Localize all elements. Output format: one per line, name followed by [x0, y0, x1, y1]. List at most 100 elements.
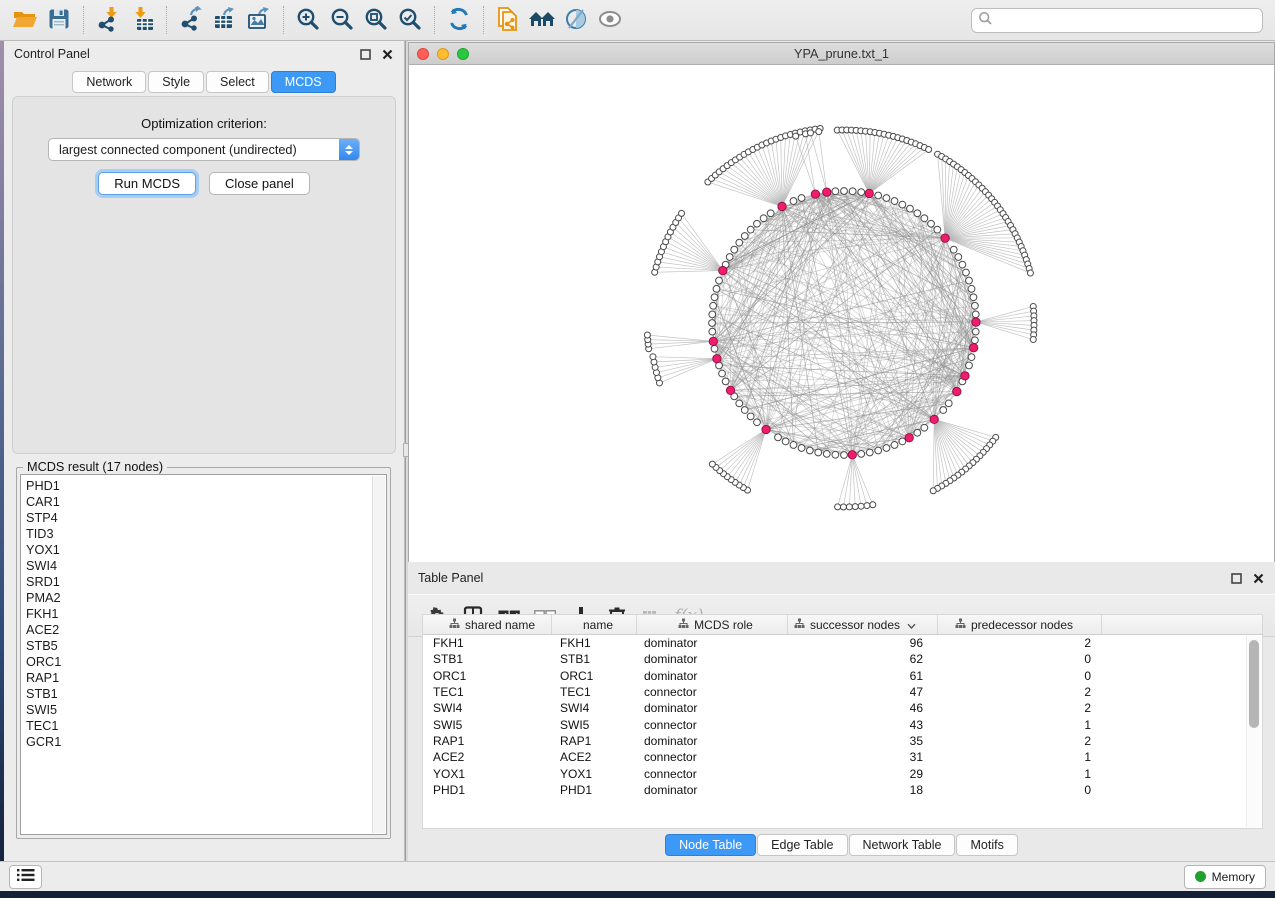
mcds-result-item[interactable]: STB5: [26, 638, 386, 654]
table-cell[interactable]: SWI4: [552, 701, 637, 715]
mcds-result-item[interactable]: PHD1: [26, 478, 386, 494]
import-table-button[interactable]: [125, 5, 159, 35]
table-cell[interactable]: dominator: [637, 636, 788, 650]
table-row[interactable]: RAP1RAP1dominator352: [423, 733, 1262, 749]
minimize-window-icon[interactable]: [437, 48, 449, 60]
share-document-button[interactable]: [491, 5, 525, 35]
table-row[interactable]: SWI5SWI5connector431: [423, 716, 1262, 732]
mcds-result-item[interactable]: TID3: [26, 526, 386, 542]
table-cell[interactable]: FKH1: [552, 636, 637, 650]
zoom-in-button[interactable]: [291, 5, 325, 35]
table-cell[interactable]: YOX1: [552, 767, 637, 781]
tab-node-table[interactable]: Node Table: [665, 834, 756, 856]
mcds-list-scrollbar[interactable]: [372, 476, 385, 833]
table-cell[interactable]: 46: [788, 701, 938, 715]
table-cell[interactable]: connector: [637, 767, 788, 781]
table-cell[interactable]: dominator: [637, 734, 788, 748]
tab-network[interactable]: Network: [72, 71, 146, 93]
refresh-view-button[interactable]: [442, 5, 476, 35]
table-cell[interactable]: 1: [938, 750, 1102, 764]
vizmapper-button[interactable]: [559, 5, 593, 35]
export-image-button[interactable]: [242, 5, 276, 35]
table-row[interactable]: STB1STB1dominator620: [423, 651, 1262, 667]
table-row[interactable]: YOX1YOX1connector291: [423, 765, 1262, 781]
mcds-result-item[interactable]: FKH1: [26, 606, 386, 622]
table-cell[interactable]: STB1: [552, 652, 637, 666]
table-row[interactable]: ACE2ACE2connector311: [423, 749, 1262, 765]
mcds-result-item[interactable]: STP4: [26, 510, 386, 526]
table-cell[interactable]: ORC1: [552, 669, 637, 683]
table-cell[interactable]: 2: [938, 734, 1102, 748]
close-panel-button[interactable]: Close panel: [209, 172, 310, 195]
column-header-predecessor-nodes[interactable]: predecessor nodes: [938, 615, 1102, 634]
table-cell[interactable]: 0: [938, 669, 1102, 683]
table-cell[interactable]: TEC1: [552, 685, 637, 699]
mcds-result-item[interactable]: GCR1: [26, 734, 386, 750]
network-graph[interactable]: [409, 65, 1274, 562]
table-cell[interactable]: ACE2: [423, 750, 552, 764]
table-cell[interactable]: dominator: [637, 652, 788, 666]
close-table-panel-icon[interactable]: [1252, 572, 1265, 585]
mcds-result-item[interactable]: RAP1: [26, 670, 386, 686]
column-header-name[interactable]: name: [552, 615, 637, 634]
table-cell[interactable]: ACE2: [552, 750, 637, 764]
table-cell[interactable]: dominator: [637, 669, 788, 683]
table-row[interactable]: TEC1TEC1connector472: [423, 684, 1262, 700]
zoom-out-button[interactable]: [325, 5, 359, 35]
table-cell[interactable]: 2: [938, 636, 1102, 650]
table-cell[interactable]: 62: [788, 652, 938, 666]
table-cell[interactable]: SWI5: [423, 718, 552, 732]
table-cell[interactable]: PHD1: [423, 783, 552, 797]
table-cell[interactable]: 35: [788, 734, 938, 748]
mcds-result-item[interactable]: ACE2: [26, 622, 386, 638]
tab-style[interactable]: Style: [148, 71, 204, 93]
table-cell[interactable]: 43: [788, 718, 938, 732]
zoom-fit-button[interactable]: [359, 5, 393, 35]
table-cell[interactable]: 96: [788, 636, 938, 650]
table-cell[interactable]: 2: [938, 685, 1102, 699]
save-session-button[interactable]: [42, 5, 76, 35]
search-input[interactable]: [993, 13, 1256, 27]
float-table-panel-icon[interactable]: [1230, 572, 1243, 585]
table-cell[interactable]: SWI5: [552, 718, 637, 732]
mcds-result-item[interactable]: STB1: [26, 686, 386, 702]
table-cell[interactable]: YOX1: [423, 767, 552, 781]
mcds-result-item[interactable]: PMA2: [26, 590, 386, 606]
table-row[interactable]: PHD1PHD1dominator180: [423, 782, 1262, 798]
mcds-result-item[interactable]: SWI4: [26, 558, 386, 574]
table-cell[interactable]: 31: [788, 750, 938, 764]
tab-select[interactable]: Select: [206, 71, 269, 93]
table-cell[interactable]: connector: [637, 718, 788, 732]
table-row[interactable]: FKH1FKH1dominator962: [423, 635, 1262, 651]
export-network-button[interactable]: [174, 5, 208, 35]
open-session-button[interactable]: [8, 5, 42, 35]
show-hide-graphics-button[interactable]: [593, 5, 627, 35]
table-cell[interactable]: FKH1: [423, 636, 552, 650]
network-window-titlebar[interactable]: YPA_prune.txt_1: [409, 43, 1274, 65]
table-cell[interactable]: connector: [637, 685, 788, 699]
table-cell[interactable]: TEC1: [423, 685, 552, 699]
network-canvas[interactable]: [409, 65, 1274, 562]
table-cell[interactable]: 2: [938, 701, 1102, 715]
show-task-history-button[interactable]: [9, 865, 42, 889]
tab-network-table[interactable]: Network Table: [849, 834, 956, 856]
table-cell[interactable]: dominator: [637, 783, 788, 797]
mcds-result-item[interactable]: SWI5: [26, 702, 386, 718]
table-cell[interactable]: 1: [938, 767, 1102, 781]
table-cell[interactable]: 61: [788, 669, 938, 683]
zoom-selected-button[interactable]: [393, 5, 427, 35]
table-cell[interactable]: 1: [938, 718, 1102, 732]
run-mcds-button[interactable]: Run MCDS: [98, 172, 196, 195]
float-panel-icon[interactable]: [359, 48, 372, 61]
maximize-window-icon[interactable]: [457, 48, 469, 60]
mcds-result-item[interactable]: SRD1: [26, 574, 386, 590]
table-cell[interactable]: 18: [788, 783, 938, 797]
mcds-result-item[interactable]: YOX1: [26, 542, 386, 558]
table-cell[interactable]: 47: [788, 685, 938, 699]
mcds-result-item[interactable]: TEC1: [26, 718, 386, 734]
tab-edge-table[interactable]: Edge Table: [757, 834, 847, 856]
close-panel-icon[interactable]: [381, 48, 394, 61]
table-cell[interactable]: 29: [788, 767, 938, 781]
table-cell[interactable]: connector: [637, 750, 788, 764]
table-scrollbar-thumb[interactable]: [1249, 640, 1259, 728]
